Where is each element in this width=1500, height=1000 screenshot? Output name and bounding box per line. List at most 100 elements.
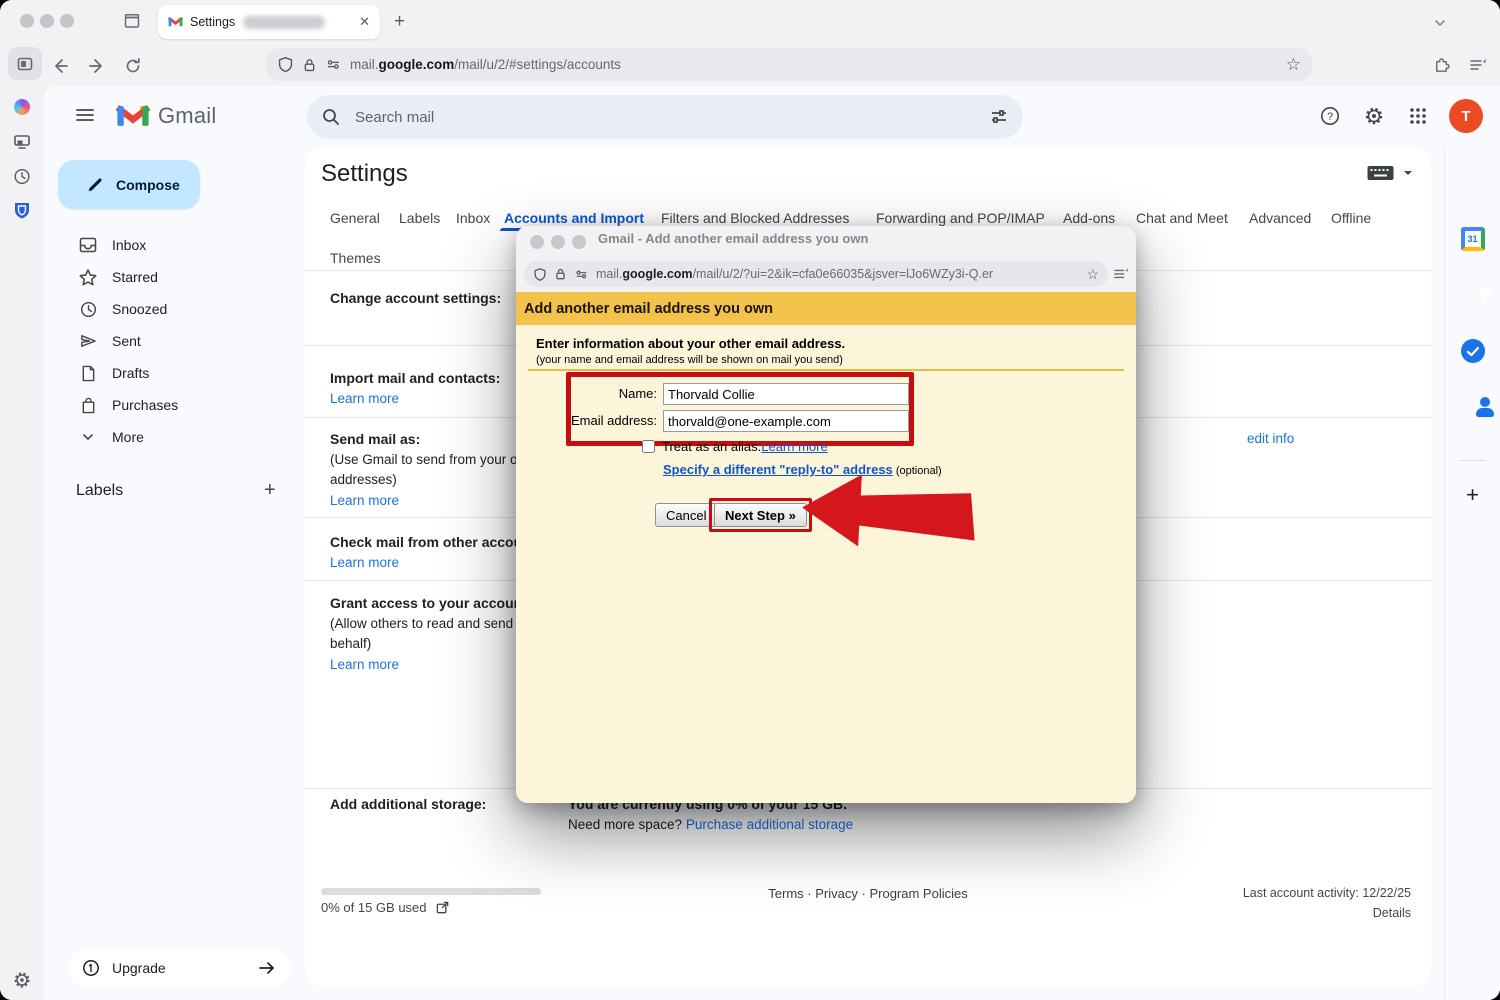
search-bar[interactable] (307, 95, 1023, 139)
need-more-space-text: Need more space? Purchase additional sto… (568, 817, 853, 832)
tasks-icon[interactable] (1461, 339, 1485, 363)
upgrade-button[interactable]: Upgrade (68, 950, 290, 986)
tab-advanced[interactable]: Advanced (1249, 210, 1311, 226)
main-menu-hamburger-icon[interactable] (74, 104, 96, 126)
forward-button[interactable] (83, 52, 111, 80)
add-label-button[interactable]: + (264, 479, 276, 502)
workspaces-icon[interactable] (12, 132, 32, 152)
extensions-puzzle-icon[interactable] (1432, 55, 1451, 74)
gmail-logo[interactable]: Gmail (116, 103, 216, 129)
alias-checkbox[interactable] (642, 440, 655, 453)
terms-link[interactable]: Terms (768, 886, 803, 901)
dialog-close-button[interactable] (530, 235, 544, 249)
learn-more-link[interactable]: Learn more (330, 391, 399, 406)
account-avatar[interactable]: T (1449, 99, 1483, 133)
next-step-button[interactable]: Next Step » (714, 503, 807, 527)
shopping-bag-icon (78, 396, 98, 415)
url-text: mail.google.com/mail/u/2/#settings/accou… (350, 57, 621, 72)
tab-inbox[interactable]: Inbox (456, 210, 490, 226)
search-input[interactable] (353, 108, 977, 127)
maximize-window-button[interactable] (60, 14, 74, 28)
password-shield-icon[interactable] (12, 201, 32, 220)
storage-quota: 0% of 15 GB used (321, 900, 450, 915)
add-addon-button[interactable]: + (1466, 482, 1479, 508)
browser-tab-settings[interactable]: Settings ✕ (158, 5, 380, 39)
search-options-sliders-icon[interactable] (989, 107, 1009, 127)
tab-title-redacted (243, 16, 325, 29)
sidebar-toggle-button[interactable] (8, 47, 42, 80)
learn-more-link[interactable]: Learn more (330, 657, 399, 672)
reload-button[interactable] (119, 52, 147, 80)
tab-themes[interactable]: Themes (330, 250, 381, 266)
program-policies-link[interactable]: Program Policies (869, 886, 967, 901)
dialog-address-bar[interactable]: mail.google.com/mail/u/2/?ui=2&ik=cfa0e6… (524, 261, 1108, 287)
tab-close-button[interactable]: ✕ (359, 14, 370, 30)
email-label: Email address: (537, 413, 657, 428)
help-icon[interactable]: ? (1316, 102, 1344, 130)
compose-label: Compose (116, 177, 180, 193)
name-label: Name: (537, 386, 657, 401)
bookmark-star-icon[interactable]: ☆ (1286, 55, 1301, 75)
new-tab-button[interactable]: + (394, 11, 405, 33)
permissions-icon[interactable] (574, 268, 589, 281)
sidebar-item-starred[interactable]: Starred (44, 261, 294, 293)
dialog-maximize-button[interactable] (572, 235, 586, 249)
bookmark-star-icon[interactable]: ☆ (1086, 266, 1099, 283)
search-icon[interactable] (321, 107, 341, 127)
learn-more-link[interactable]: Learn more (761, 439, 827, 454)
back-button[interactable] (46, 52, 74, 80)
reader-menu-icon[interactable] (1468, 56, 1488, 73)
circled-one-icon (82, 959, 100, 977)
dialog-heading: Add another email address you own (524, 301, 773, 317)
address-bar[interactable]: mail.google.com/mail/u/2/#settings/accou… (265, 48, 1313, 81)
compose-button[interactable]: Compose (58, 160, 200, 209)
learn-more-link[interactable]: Learn more (330, 555, 399, 570)
dialog-minimize-button[interactable] (551, 235, 565, 249)
tab-filters[interactable]: Filters and Blocked Addresses (661, 210, 849, 226)
arrow-right-icon (258, 960, 276, 976)
row-add-storage: Add additional storage: (330, 796, 486, 812)
lock-icon[interactable] (554, 267, 567, 281)
apps-grid-icon[interactable] (1404, 102, 1432, 130)
settings-gear-icon[interactable] (1360, 102, 1388, 130)
tab-offline[interactable]: Offline (1331, 210, 1371, 226)
sidebar-item-purchases[interactable]: Purchases (44, 389, 294, 421)
browser-settings-gear-icon[interactable] (12, 970, 32, 990)
privacy-link[interactable]: Privacy (815, 886, 858, 901)
tab-forwarding[interactable]: Forwarding and POP/IMAP (876, 210, 1045, 226)
calendar-icon[interactable]: 31 (1461, 227, 1485, 251)
lock-icon[interactable] (302, 57, 317, 73)
reader-menu-icon[interactable] (1112, 266, 1130, 281)
tracking-shield-icon[interactable] (277, 56, 294, 73)
history-clock-icon[interactable] (13, 167, 32, 186)
copilot-icon[interactable] (14, 99, 30, 115)
tab-chat-and-meet[interactable]: Chat and Meet (1136, 210, 1228, 226)
tracking-shield-icon[interactable] (533, 267, 547, 282)
edit-info-link[interactable]: edit info (1247, 431, 1294, 446)
input-tools-keyboard-selector[interactable] (1367, 165, 1414, 181)
sidebar-item-drafts[interactable]: Drafts (44, 357, 294, 389)
name-field[interactable] (663, 383, 909, 405)
sidebar-item-snoozed[interactable]: Snoozed (44, 293, 294, 325)
gmail-header: Gmail ? T (44, 86, 1500, 148)
tab-list-chevron-icon[interactable] (1432, 15, 1448, 31)
tab-add-ons[interactable]: Add-ons (1063, 210, 1115, 226)
tab-labels[interactable]: Labels (399, 210, 440, 226)
minimize-window-button[interactable] (40, 14, 54, 28)
dialog-intro: Enter information about your other email… (536, 336, 845, 351)
learn-more-link[interactable]: Learn more (330, 493, 399, 508)
close-window-button[interactable] (20, 14, 34, 28)
sidebar-item-more[interactable]: More (44, 421, 294, 453)
external-link-icon[interactable] (435, 900, 450, 915)
tab-accounts-and-import[interactable]: Accounts and Import (504, 210, 644, 226)
email-field[interactable] (663, 410, 909, 432)
permissions-icon[interactable] (325, 57, 342, 72)
archive-box-icon[interactable] (122, 11, 142, 31)
details-link[interactable]: Details (1373, 906, 1411, 920)
sidebar-item-inbox[interactable]: Inbox (44, 229, 294, 261)
sidebar-item-sent[interactable]: Sent (44, 325, 294, 357)
dialog-url-text: mail.google.com/mail/u/2/?ui=2&ik=cfa0e6… (596, 267, 993, 281)
purchase-storage-link[interactable]: Purchase additional storage (686, 817, 853, 832)
tab-general[interactable]: General (330, 210, 380, 226)
star-icon (78, 268, 98, 287)
